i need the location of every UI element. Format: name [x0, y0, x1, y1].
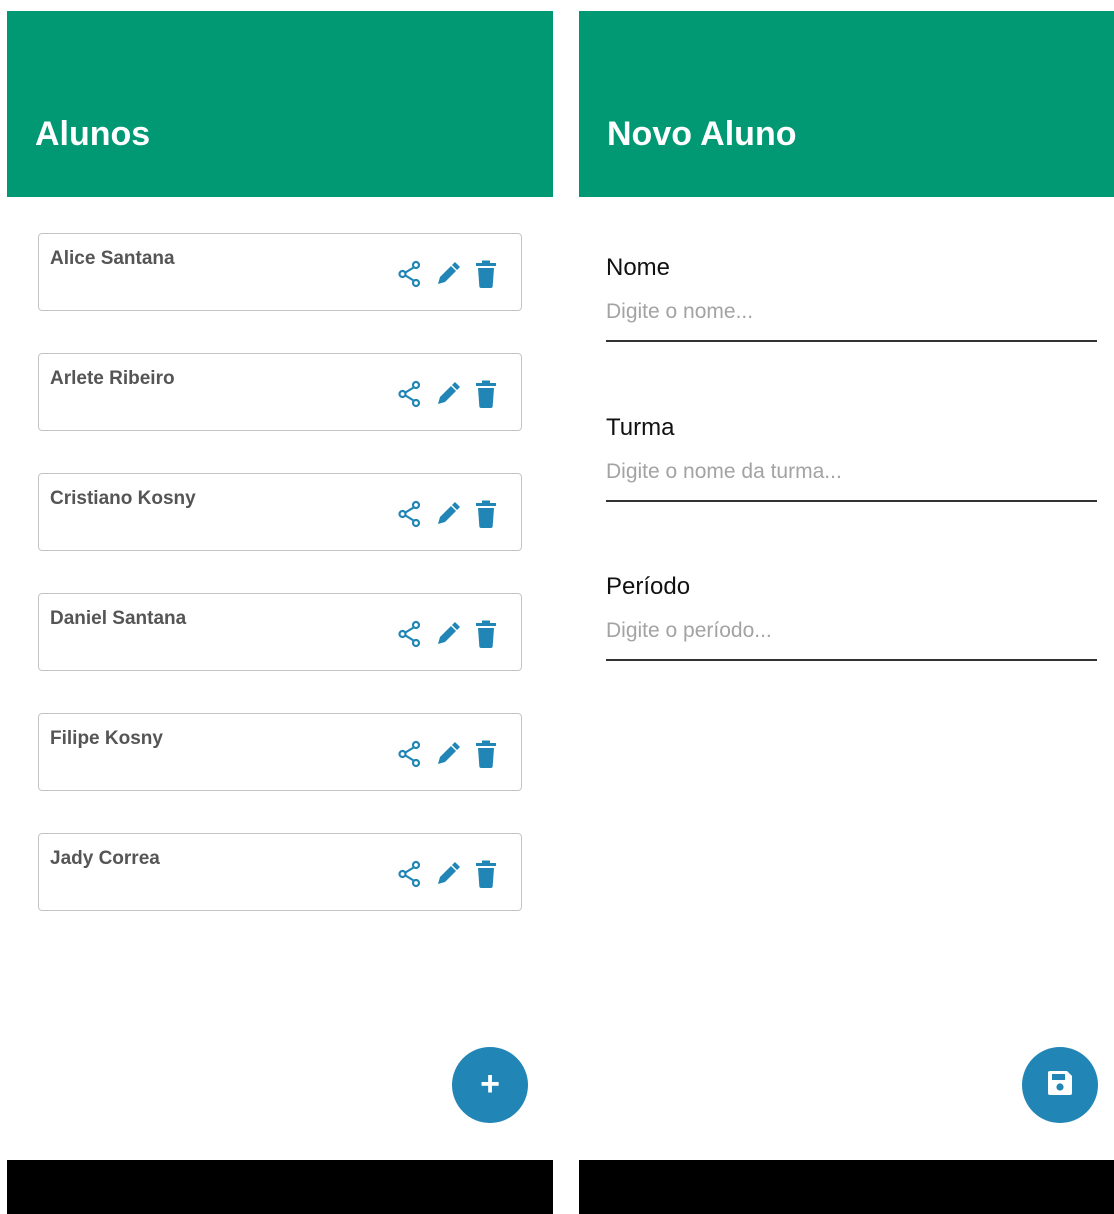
add-student-button[interactable]: + — [452, 1047, 528, 1123]
student-name: Filipe Kosny — [50, 728, 163, 749]
save-icon — [1044, 1067, 1076, 1104]
student-actions — [397, 380, 499, 408]
share-button[interactable] — [397, 860, 423, 888]
student-name: Jady Correa — [50, 848, 160, 869]
trash-icon — [475, 860, 497, 888]
name-field-group: Nome — [606, 254, 1097, 342]
edit-button[interactable] — [435, 620, 461, 648]
share-button[interactable] — [397, 500, 423, 528]
student-name: Alice Santana — [50, 248, 175, 269]
student-name: Cristiano Kosny — [50, 488, 196, 509]
system-navigation-bar — [7, 1160, 553, 1214]
plus-icon: + — [480, 1064, 500, 1103]
app-header: Alunos — [7, 11, 553, 197]
student-card[interactable]: Cristiano Kosny — [38, 473, 522, 551]
share-icon — [397, 860, 423, 888]
edit-icon — [435, 260, 461, 288]
student-actions — [397, 740, 499, 768]
edit-icon — [435, 500, 461, 528]
delete-button[interactable] — [473, 500, 499, 528]
share-button[interactable] — [397, 260, 423, 288]
page-title: Novo Aluno — [607, 115, 797, 153]
edit-icon — [435, 740, 461, 768]
delete-button[interactable] — [473, 860, 499, 888]
edit-icon — [435, 860, 461, 888]
share-icon — [397, 500, 423, 528]
delete-button[interactable] — [473, 620, 499, 648]
name-input[interactable] — [606, 300, 1097, 342]
new-student-screen: Novo Aluno Nome Turma Período — [579, 11, 1114, 1214]
name-label: Nome — [606, 254, 671, 281]
trash-icon — [475, 380, 497, 408]
student-actions — [397, 620, 499, 648]
page-title: Alunos — [35, 115, 151, 153]
student-list: Alice Santana Arlete Ribeiro Cristiano Kos… — [38, 233, 522, 953]
share-icon — [397, 620, 423, 648]
edit-button[interactable] — [435, 740, 461, 768]
share-icon — [397, 380, 423, 408]
share-button[interactable] — [397, 620, 423, 648]
trash-icon — [475, 260, 497, 288]
period-field-group: Período — [606, 573, 1097, 661]
delete-button[interactable] — [473, 260, 499, 288]
delete-button[interactable] — [473, 380, 499, 408]
edit-button[interactable] — [435, 260, 461, 288]
student-name: Daniel Santana — [50, 608, 187, 629]
student-card[interactable]: Alice Santana — [38, 233, 522, 311]
class-label: Turma — [606, 414, 675, 441]
edit-icon — [435, 620, 461, 648]
trash-icon — [475, 740, 497, 768]
delete-button[interactable] — [473, 740, 499, 768]
system-navigation-bar — [579, 1160, 1114, 1214]
trash-icon — [475, 620, 497, 648]
students-list-screen: Alunos Alice Santana Arlete Ribeiro Cristi… — [7, 11, 553, 1214]
share-button[interactable] — [397, 380, 423, 408]
class-input[interactable] — [606, 460, 1097, 502]
app-header: Novo Aluno — [579, 11, 1114, 197]
share-icon — [397, 260, 423, 288]
share-icon — [397, 740, 423, 768]
student-card[interactable]: Daniel Santana — [38, 593, 522, 671]
edit-button[interactable] — [435, 500, 461, 528]
student-card[interactable]: Arlete Ribeiro — [38, 353, 522, 431]
class-field-group: Turma — [606, 414, 1097, 502]
share-button[interactable] — [397, 740, 423, 768]
period-label: Período — [606, 573, 691, 600]
trash-icon — [475, 500, 497, 528]
edit-button[interactable] — [435, 380, 461, 408]
edit-icon — [435, 380, 461, 408]
period-input[interactable] — [606, 619, 1097, 661]
save-student-button[interactable] — [1022, 1047, 1098, 1123]
student-name: Arlete Ribeiro — [50, 368, 175, 389]
student-actions — [397, 260, 499, 288]
student-actions — [397, 860, 499, 888]
edit-button[interactable] — [435, 860, 461, 888]
student-card[interactable]: Jady Correa — [38, 833, 522, 911]
student-card[interactable]: Filipe Kosny — [38, 713, 522, 791]
student-actions — [397, 500, 499, 528]
